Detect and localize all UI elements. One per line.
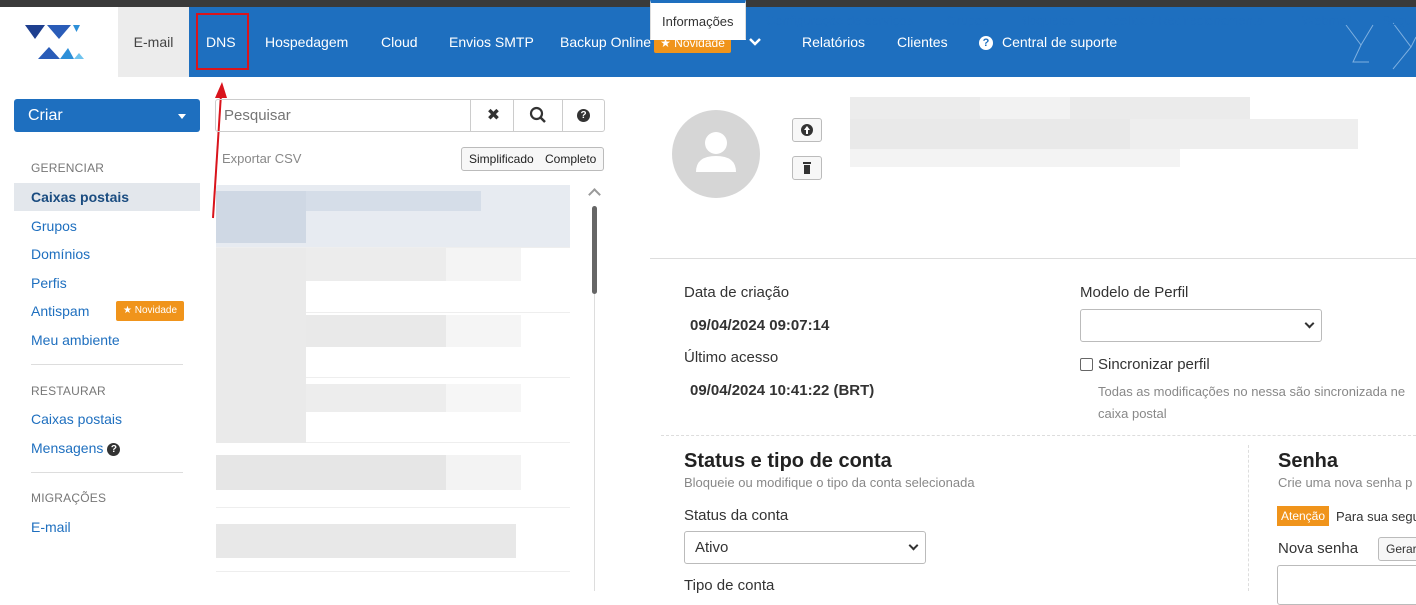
detail-tabs <box>650 219 1416 259</box>
redacted-account-info <box>850 97 1358 167</box>
sync-profile-checkbox[interactable] <box>1080 358 1093 371</box>
list-item[interactable] <box>216 378 570 443</box>
chevron-down-icon <box>908 540 919 551</box>
sidebar-item-antispam[interactable]: Antispam <box>31 303 89 319</box>
tab-bloqueios[interactable]: Bloqueios <box>1018 0 1075 40</box>
star-icon: ★ <box>123 305 132 316</box>
sidebar-divider <box>31 472 183 473</box>
tab-configuracao-servicos[interactable]: Configuração de serviços <box>766 0 913 40</box>
list-item[interactable] <box>216 185 570 248</box>
create-button-label: Criar <box>28 107 63 124</box>
search-box: ✖ ? <box>215 99 605 132</box>
avatar <box>672 110 760 198</box>
sidebar-item-migracao-email[interactable]: E-mail <box>31 519 71 535</box>
tab-seguranca[interactable]: Segur <box>1382 0 1416 40</box>
account-type-label: Tipo de conta <box>684 577 775 594</box>
nav-backup-label: Backup Online <box>560 34 652 50</box>
search-button[interactable] <box>513 100 562 131</box>
export-csv-link[interactable]: Exportar CSV <box>222 151 301 166</box>
delete-avatar-button[interactable] <box>792 156 822 180</box>
nav-cloud[interactable]: Cloud <box>381 7 418 77</box>
new-password-label: Nova senha <box>1278 540 1359 557</box>
logo-icon <box>25 25 84 59</box>
section-divider <box>661 435 1416 436</box>
tab-informacoes[interactable]: Informações <box>650 0 746 40</box>
upload-avatar-button[interactable] <box>792 118 822 142</box>
scrollbar-thumb[interactable] <box>592 206 597 294</box>
sidebar-item-dominios[interactable]: Domínios <box>31 246 90 262</box>
nav-hospedagem[interactable]: Hospedagem <box>265 7 348 77</box>
tab-apelido-redirecionamento[interactable]: Apelido / Redirecionamento <box>1104 0 1264 40</box>
sidebar-item-restaurar-caixas[interactable]: Caixas postais <box>31 411 122 427</box>
upload-icon <box>801 124 813 136</box>
column-divider <box>1248 445 1249 591</box>
last-access-label: Último acesso <box>684 349 779 366</box>
sync-hint: caixa postal <box>1098 406 1167 421</box>
attention-text: Para sua segu <box>1336 509 1416 524</box>
created-value: 09/04/2024 09:07:14 <box>690 317 830 334</box>
scrollbar-track <box>594 294 595 591</box>
attention-badge: Atenção <box>1277 506 1330 526</box>
profile-model-select[interactable] <box>1080 309 1322 342</box>
list-item[interactable] <box>216 443 570 508</box>
sidebar-item-perfis[interactable]: Perfis <box>31 275 67 291</box>
sidebar-item-mensagens[interactable]: Mensagens? <box>31 440 121 456</box>
last-access-value: 09/04/2024 10:41:22 (BRT) <box>690 382 875 399</box>
status-subtitle: Bloqueie ou modifique o tipo da conta se… <box>684 475 975 490</box>
tab-webmail[interactable]: Webmail <box>1302 0 1352 40</box>
generate-password-button[interactable]: Gerar <box>1378 537 1416 561</box>
user-icon <box>696 132 736 172</box>
chevron-down-icon <box>1304 318 1315 329</box>
view-full-button[interactable]: Completo <box>538 147 605 171</box>
tab-grupos[interactable]: Grupos <box>946 0 989 40</box>
sidebar-divider <box>31 364 183 365</box>
list-item[interactable] <box>216 508 570 572</box>
caret-down-icon <box>178 114 186 119</box>
trash-icon <box>803 162 811 174</box>
section-migracoes: MIGRAÇÕES <box>31 491 107 505</box>
search-icon <box>529 106 546 123</box>
search-help-button[interactable]: ? <box>562 100 604 131</box>
status-title: Status e tipo de conta <box>684 450 892 472</box>
profile-model-label: Modelo de Perfil <box>1080 284 1189 301</box>
sidebar-item-caixas-postais[interactable]: Caixas postais <box>14 183 200 211</box>
help-icon: ? <box>577 109 590 123</box>
new-password-field[interactable] <box>1277 565 1416 605</box>
nav-envios-smtp[interactable]: Envios SMTP <box>449 7 534 77</box>
nav-email[interactable]: E-mail <box>118 7 189 77</box>
section-gerenciar: GERENCIAR <box>31 161 105 175</box>
list-item[interactable] <box>216 248 570 313</box>
view-simple-button[interactable]: Simplificado <box>461 147 542 171</box>
list-item[interactable] <box>216 313 570 378</box>
status-select-value: Ativo <box>695 539 729 556</box>
created-label: Data de criação <box>684 284 790 301</box>
status-label: Status da conta <box>684 507 789 524</box>
clear-search-button[interactable]: ✖ <box>470 100 516 131</box>
list-scrollbar[interactable] <box>588 186 601 591</box>
antispam-novidade-badge: ★ Novidade <box>116 301 185 321</box>
help-icon[interactable]: ? <box>107 442 121 456</box>
create-button[interactable]: Criar <box>14 99 200 132</box>
logo[interactable] <box>0 7 118 77</box>
sidebar-item-mensagens-label: Mensagens <box>31 440 104 456</box>
status-select[interactable]: Ativo <box>684 531 926 564</box>
search-input[interactable] <box>216 100 470 131</box>
scroll-up-icon[interactable] <box>588 188 601 201</box>
password-title: Senha <box>1278 450 1339 472</box>
mailbox-list <box>216 185 570 591</box>
antispam-badge-label: Novidade <box>134 305 178 316</box>
section-restaurar: RESTAURAR <box>31 384 106 398</box>
dns-highlight-box <box>196 13 249 70</box>
chevron-down-icon[interactable] <box>748 7 762 77</box>
sidebar-item-grupos[interactable]: Grupos <box>31 218 77 234</box>
password-subtitle: Crie uma nova senha p <box>1278 475 1413 490</box>
sync-profile-label: Sincronizar perfil <box>1098 356 1210 373</box>
sync-hint: Todas as modificações no nessa são sincr… <box>1098 384 1406 399</box>
sidebar-item-meu-ambiente[interactable]: Meu ambiente <box>31 332 120 348</box>
